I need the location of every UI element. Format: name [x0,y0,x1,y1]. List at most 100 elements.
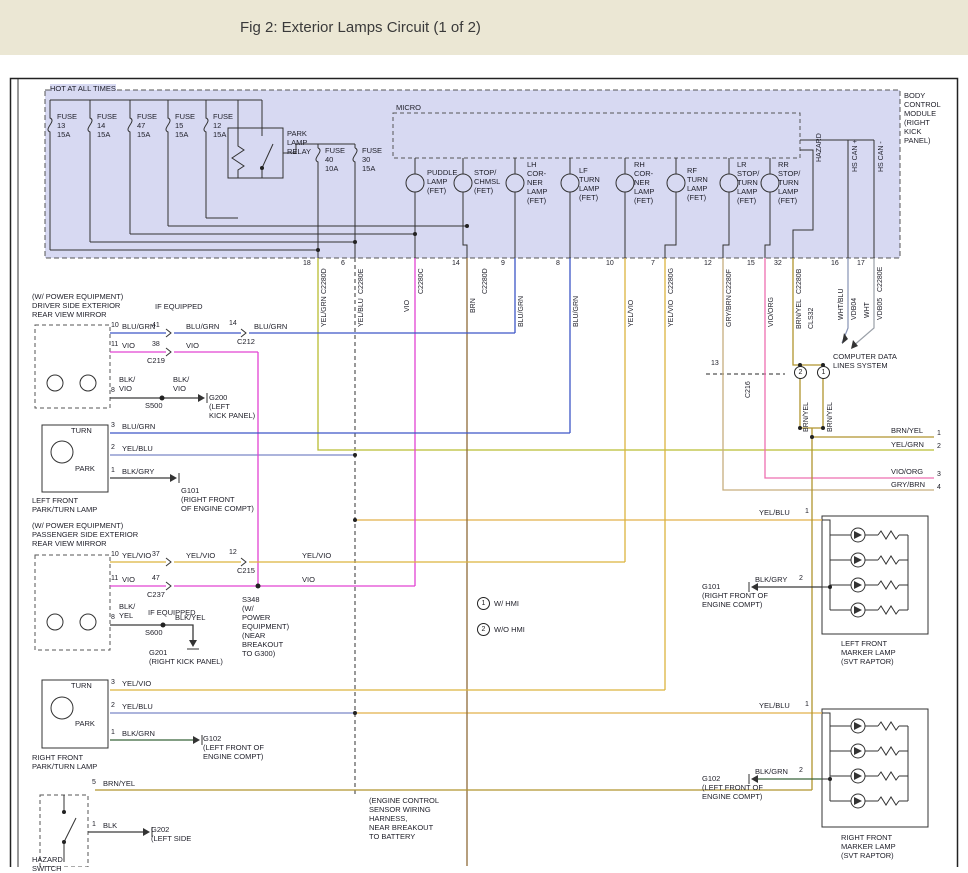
wire-label-vio: VIO [404,300,412,312]
connector-c2280c: C2280C [418,268,426,294]
computer-data-lines-note: COMPUTER DATA LINES SYSTEM [833,352,897,370]
connector-c2280f: C2280F [726,269,734,294]
driver-r2-w1: VIO [122,341,135,350]
lf-r1-pin: 3 [111,422,115,430]
wire-label-vio-org: VIO/ORG [768,297,776,327]
bcm-pin-7: 7 [651,260,655,268]
rf-r1-pin: 3 [111,679,115,687]
connector-c2280e-2: C2280E [877,267,885,292]
fet-rf-turn-label: RF TURN LAMP (FET) [687,166,708,202]
lf-r2-wire: YEL/BLU [122,444,153,453]
rf-r2-pin: 2 [111,702,115,710]
haz-r1-pin: 5 [92,779,96,787]
driver-r2-w2: VIO [186,341,199,350]
park-lamp-relay-label: PARK LAMP RELAY [287,129,311,156]
connector-c2280g: C2280G [668,268,676,294]
engine-harness-note: (ENGINE CONTROL SENSOR WIRING HARNESS, N… [369,796,439,841]
rf-turn-label: TURN [71,681,92,690]
wire-blu-grn [110,258,570,433]
bcm-pin-16: 16 [831,260,839,268]
hs-can-minus-label: HS CAN - [878,141,886,172]
driver-r2-b1: 38 [152,341,160,349]
splice-s348-note: S348 (W/ POWER EQUIPMENT) (NEAR BREAKOUT… [242,595,289,658]
connector-c2280d-1: C2280D [321,268,329,294]
bcm-pin-17: 17 [857,260,865,268]
fet-lf-turn-label: LF TURN LAMP (FET) [579,166,600,202]
bcm-pin-18: 18 [303,260,311,268]
pass-r1-b2: 12 [229,549,237,557]
ground-g101-marker: G101 (RIGHT FRONT OF ENGINE COMPT) [702,582,768,609]
connector-c216: C216 [745,381,753,398]
pass-r1-pin: 10 [111,551,119,559]
pass-r2-pin: 11 [111,575,118,583]
bcm-pin-8: 8 [556,260,560,268]
pass-r1-w1: YEL/VIO [122,551,151,560]
hazard-switch-title: HAZARD SWITCH [32,855,63,873]
haz-r1-wire: BRN/YEL [103,779,135,788]
rf-r1-wire: YEL/VIO [122,679,151,688]
driver-r3-w2: BLK/ VIO [173,375,189,393]
rf-r3-wire: BLK/GRN [122,729,155,738]
circuit-vdb05: VDB05 [877,298,885,320]
junction-dots [62,166,832,844]
micro-label: MICRO [396,103,421,112]
mk2-feed-wire: YEL/BLU [759,701,790,710]
pass-r1-w3: YEL/VIO [302,551,331,560]
pass-r1-w2: YEL/VIO [186,551,215,560]
wire-brn-yel [95,258,934,790]
driver-r3-pin: 8 [111,387,115,395]
pass-r3-pin: 8 [111,614,115,622]
bcm-pin-12: 12 [704,260,712,268]
ground-g102-rf: G102 (LEFT FRONT OF ENGINE COMPT) [203,734,264,761]
driver-r1-w1: BLU/GRN [122,322,155,331]
legend-1-badge: 1 [477,597,490,610]
connector-c2280e-1: C2280E [358,269,366,294]
connector-c2280d-2: C2280D [482,268,490,294]
legend-wo-hmi: W/O HMI [494,625,525,634]
fuse-15-label: FUSE 15 15A [175,112,195,139]
wire-label-gry-brn: GRY/BRN [726,295,734,327]
hot-at-all-times-label: HOT AT ALL TIMES [50,84,116,93]
legend-2-badge: 2 [477,623,490,636]
fuse-14-label: FUSE 14 15A [97,112,117,139]
driver-mirror-box [35,325,110,408]
passenger-mirror-box [35,555,110,650]
fet-lr-stop-turn-label: LR STOP/ TURN LAMP (FET) [737,160,759,205]
led-symbols [851,528,865,808]
wire-label-brn-yel-v2: BRN/YEL [827,402,835,432]
hs-can-plus-label: HS CAN + [852,140,860,172]
ground-g202: G202 (LEFT SIDE [151,825,191,843]
ground-g201: G201 (RIGHT KICK PANEL) [149,648,223,666]
ground-g102-marker: G102 (LEFT FRONT OF ENGINE COMPT) [702,774,763,801]
wire-label-yel-grn: YEL/GRN [321,296,329,327]
wire-label-wht: WHT [864,302,872,318]
hazard-signal-label: HAZARD [816,133,824,162]
bcm-pin-15: 15 [747,260,755,268]
circuit-vdb04: VDB04 [851,298,859,320]
driver-r1-w2: BLU/GRN [186,322,219,331]
driver-mirror-title: (W/ POWER EQUIPMENT) DRIVER SIDE EXTERIO… [32,292,123,319]
lf-park-label: PARK [75,464,95,473]
left-marker-lamp-title: LEFT FRONT MARKER LAMP (SVT RAPTOR) [841,639,896,666]
ground-g101-lf: G101 (RIGHT FRONT OF ENGINE COMPT) [181,486,254,513]
bcm-pin-10: 10 [606,260,614,268]
edge-yel-grn-num: 2 [937,443,941,451]
wire-yel-blu-right [355,520,822,713]
rf-park-label: PARK [75,719,95,728]
callout-2-badge: 2 [794,366,807,379]
wire-label-yel-vio-2: YEL/VIO [668,300,676,327]
splice-s500: S500 [145,401,163,410]
lf-r1-wire: BLU/GRN [122,422,155,431]
wire-label-wht-blu: WHT/BLU [838,289,846,321]
wire-label-brn: BRN [470,298,478,313]
fet-stop-chmsl-label: STOP/ CHMSL (FET) [474,168,500,195]
page: { "header": { "title": "Fig 2: Exterior … [0,0,968,867]
legend-w-hmi: W/ HMI [494,599,519,608]
haz-r2-wire: BLK [103,821,117,830]
wire-label-yel-vio-1: YEL/VIO [628,300,636,327]
mk1-feed-pin: 1 [805,508,809,516]
fuse-47-label: FUSE 47 15A [137,112,157,139]
mk1-feed-wire: YEL/BLU [759,508,790,517]
circuit-cls32: CLS32 [808,308,816,329]
driver-r1-b1: 41 [152,322,160,330]
